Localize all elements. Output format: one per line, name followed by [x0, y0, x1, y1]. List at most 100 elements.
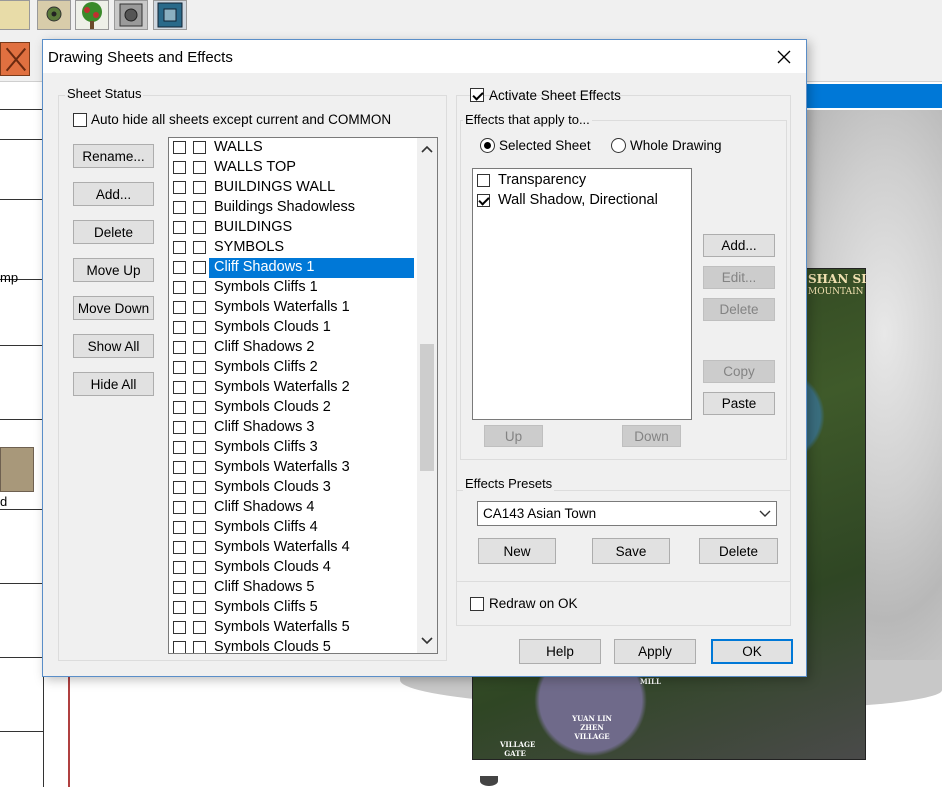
sheet-visible-checkbox[interactable]: [173, 601, 186, 614]
sheet-row[interactable]: Symbols Waterfalls 3: [169, 458, 416, 478]
delete-sheet-button[interactable]: Delete: [73, 220, 154, 244]
sheet-locked-checkbox[interactable]: [193, 561, 206, 574]
sheet-visible-checkbox[interactable]: [173, 521, 186, 534]
sheet-visible-checkbox[interactable]: [173, 481, 186, 494]
move-down-button[interactable]: Move Down: [73, 296, 154, 320]
paste-effect-button[interactable]: Paste: [703, 392, 775, 415]
effect-checkbox[interactable]: [477, 194, 490, 207]
sheet-row[interactable]: BUILDINGS: [169, 218, 416, 238]
sheet-locked-checkbox[interactable]: [193, 401, 206, 414]
sheet-visible-checkbox[interactable]: [173, 401, 186, 414]
sheet-row[interactable]: Symbols Cliffs 2: [169, 358, 416, 378]
sheet-locked-checkbox[interactable]: [193, 141, 206, 154]
add-effect-button[interactable]: Add...: [703, 234, 775, 257]
delete-effect-button[interactable]: Delete: [703, 298, 775, 321]
sheet-visible-checkbox[interactable]: [173, 561, 186, 574]
effects-preset-select[interactable]: CA143 Asian Town: [477, 501, 777, 526]
sheet-visible-checkbox[interactable]: [173, 381, 186, 394]
sheet-visible-checkbox[interactable]: [173, 581, 186, 594]
sheet-locked-checkbox[interactable]: [193, 321, 206, 334]
show-all-button[interactable]: Show All: [73, 334, 154, 358]
sheet-locked-checkbox[interactable]: [193, 441, 206, 454]
sheet-visible-checkbox[interactable]: [173, 361, 186, 374]
sheet-row[interactable]: Buildings Shadowless: [169, 198, 416, 218]
sheet-locked-checkbox[interactable]: [193, 501, 206, 514]
scroll-icon[interactable]: [0, 0, 30, 30]
sheet-visible-checkbox[interactable]: [173, 501, 186, 514]
sheet-visible-checkbox[interactable]: [173, 441, 186, 454]
sheet-locked-checkbox[interactable]: [193, 381, 206, 394]
sheet-row[interactable]: Cliff Shadows 2: [169, 338, 416, 358]
sheet-row[interactable]: Symbols Cliffs 4: [169, 518, 416, 538]
sheet-locked-checkbox[interactable]: [193, 341, 206, 354]
sheet-row[interactable]: Symbols Clouds 5: [169, 638, 416, 653]
ok-button[interactable]: OK: [711, 639, 793, 664]
sheet-locked-checkbox[interactable]: [193, 261, 206, 274]
sheet-locked-checkbox[interactable]: [193, 201, 206, 214]
sheet-visible-checkbox[interactable]: [173, 641, 186, 653]
sheet-visible-checkbox[interactable]: [173, 341, 186, 354]
selected-sheet-radio[interactable]: [480, 138, 495, 153]
sheet-visible-checkbox[interactable]: [173, 141, 186, 154]
sheet-row[interactable]: Symbols Cliffs 3: [169, 438, 416, 458]
sheet-locked-checkbox[interactable]: [193, 241, 206, 254]
sheet-row[interactable]: SYMBOLS: [169, 238, 416, 258]
sheet-locked-checkbox[interactable]: [193, 461, 206, 474]
apply-button[interactable]: Apply: [614, 639, 696, 664]
sheet-visible-checkbox[interactable]: [173, 541, 186, 554]
new-preset-button[interactable]: New: [478, 538, 556, 564]
move-effect-up-button[interactable]: Up: [484, 425, 543, 447]
gear-box-icon[interactable]: [37, 0, 71, 30]
move-effect-down-button[interactable]: Down: [622, 425, 681, 447]
vault-icon[interactable]: [114, 0, 148, 30]
sheet-visible-checkbox[interactable]: [173, 281, 186, 294]
sheet-visible-checkbox[interactable]: [173, 261, 186, 274]
sheet-row[interactable]: Symbols Waterfalls 5: [169, 618, 416, 638]
sheet-list-scrollbar[interactable]: [417, 138, 437, 653]
copy-effect-button[interactable]: Copy: [703, 360, 775, 383]
sheet-row[interactable]: Symbols Clouds 3: [169, 478, 416, 498]
auto-hide-checkbox[interactable]: [73, 113, 87, 127]
sheet-locked-checkbox[interactable]: [193, 481, 206, 494]
effect-item[interactable]: Wall Shadow, Directional: [473, 191, 691, 211]
sheet-row[interactable]: Symbols Waterfalls 1: [169, 298, 416, 318]
sheet-row[interactable]: WALLS TOP: [169, 158, 416, 178]
sheet-visible-checkbox[interactable]: [173, 161, 186, 174]
sheet-locked-checkbox[interactable]: [193, 621, 206, 634]
sheet-visible-checkbox[interactable]: [173, 421, 186, 434]
hide-all-button[interactable]: Hide All: [73, 372, 154, 396]
sheet-locked-checkbox[interactable]: [193, 581, 206, 594]
sheet-locked-checkbox[interactable]: [193, 181, 206, 194]
sheet-row[interactable]: Cliff Shadows 5: [169, 578, 416, 598]
help-button[interactable]: Help: [519, 639, 601, 664]
sheet-visible-checkbox[interactable]: [173, 301, 186, 314]
sheet-row[interactable]: BUILDINGS WALL: [169, 178, 416, 198]
crossed-box-icon[interactable]: [0, 42, 30, 76]
sheet-row[interactable]: Cliff Shadows 4: [169, 498, 416, 518]
sheet-row[interactable]: Symbols Waterfalls 4: [169, 538, 416, 558]
scroll-up-button[interactable]: [417, 140, 437, 158]
sheet-row[interactable]: WALLS: [169, 138, 416, 158]
sheet-row[interactable]: Symbols Cliffs 5: [169, 598, 416, 618]
sheet-row[interactable]: Cliff Shadows 1: [169, 258, 416, 278]
sheet-list[interactable]: WALLS WALLS TOP BUILDINGS WALL Buildings Sh…: [168, 137, 438, 654]
scrollbar-thumb[interactable]: [420, 344, 434, 471]
redraw-on-ok-checkbox[interactable]: [470, 597, 484, 611]
sheet-locked-checkbox[interactable]: [193, 541, 206, 554]
move-up-button[interactable]: Move Up: [73, 258, 154, 282]
sheet-visible-checkbox[interactable]: [173, 221, 186, 234]
sheet-locked-checkbox[interactable]: [193, 521, 206, 534]
save-preset-button[interactable]: Save: [592, 538, 670, 564]
sheet-visible-checkbox[interactable]: [173, 321, 186, 334]
add-sheet-button[interactable]: Add...: [73, 182, 154, 206]
sheet-row[interactable]: Symbols Clouds 4: [169, 558, 416, 578]
sheet-locked-checkbox[interactable]: [193, 641, 206, 653]
edit-effect-button[interactable]: Edit...: [703, 266, 775, 289]
delete-preset-button[interactable]: Delete: [699, 538, 778, 564]
sheet-visible-checkbox[interactable]: [173, 181, 186, 194]
frame-icon[interactable]: [153, 0, 187, 30]
sheet-visible-checkbox[interactable]: [173, 241, 186, 254]
rename-sheet-button[interactable]: Rename...: [73, 144, 154, 168]
effects-list[interactable]: Transparency Wall Shadow, Directional: [472, 168, 692, 420]
sheet-locked-checkbox[interactable]: [193, 281, 206, 294]
